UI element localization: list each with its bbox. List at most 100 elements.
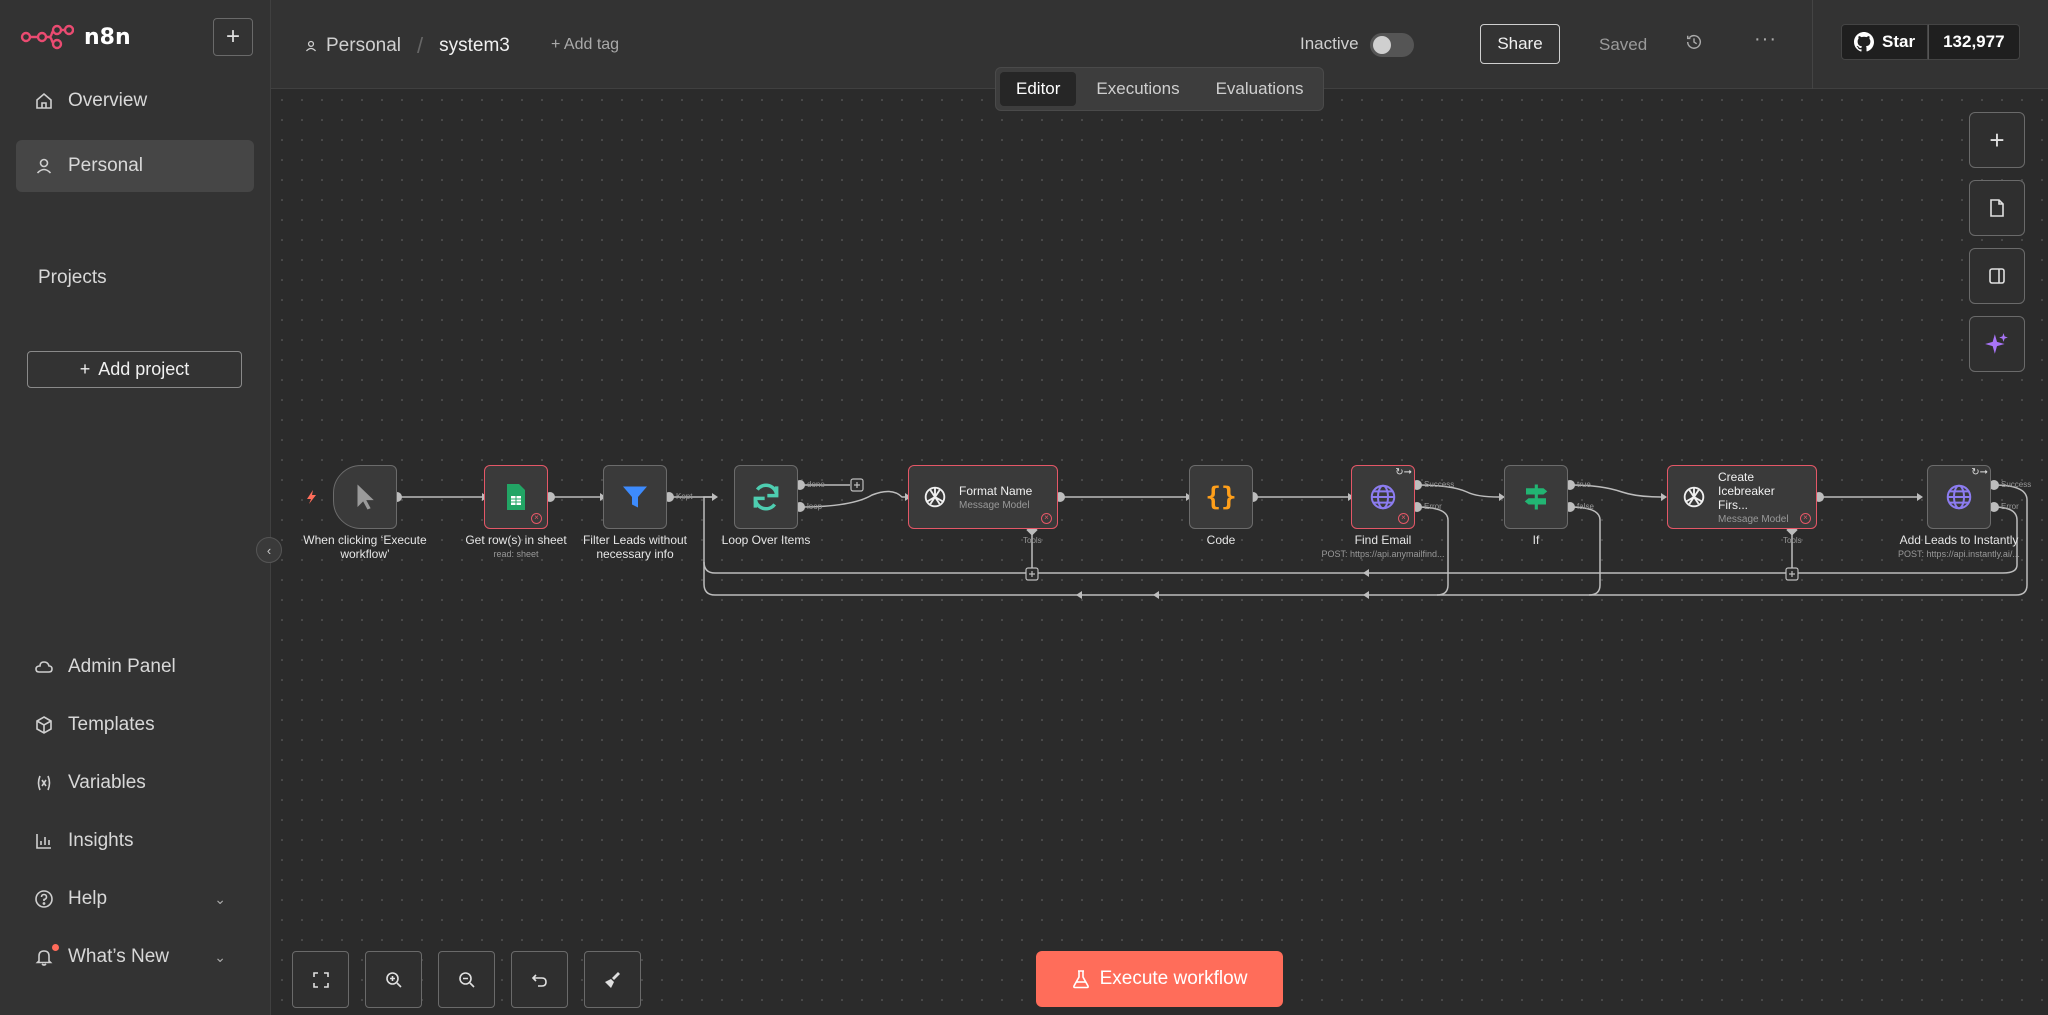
workflow-status: Inactive: [1300, 34, 1359, 53]
sidebar-item-label: Templates: [68, 714, 155, 735]
tab-editor[interactable]: Editor: [1000, 72, 1077, 106]
port-label: done: [807, 480, 825, 489]
sidebar-item-label: Admin Panel: [68, 656, 176, 677]
node-code[interactable]: {}: [1189, 465, 1253, 529]
arrow-head: [712, 493, 718, 501]
active-toggle[interactable]: [1370, 33, 1414, 57]
arrow-head: [1076, 591, 1082, 599]
github-star-widget[interactable]: Star 132,977: [1841, 24, 2020, 60]
breadcrumb-project[interactable]: Personal: [326, 35, 401, 57]
breadcrumb-separator: /: [417, 33, 424, 58]
history-icon[interactable]: [1685, 33, 1703, 56]
arrow-head: [1153, 591, 1159, 599]
node-title: Create Icebreaker Firs...: [1718, 469, 1775, 512]
node-format-name[interactable]: Format Name Message Model ×: [908, 465, 1058, 529]
chevron-down-icon: ⌄: [214, 890, 226, 907]
broom-icon: [604, 971, 620, 988]
node-title: Format Name: [959, 483, 1033, 498]
sidebar: n8n + Overview Personal Projects + Add p…: [0, 0, 271, 1015]
openai-icon: [924, 486, 946, 508]
port-label: Error: [1424, 502, 1442, 511]
github-star-button[interactable]: Star: [1841, 24, 1929, 60]
ai-assistant-button[interactable]: [1969, 316, 2025, 372]
reset-zoom-button[interactable]: [511, 951, 568, 1008]
collapse-sidebar-button[interactable]: ‹: [256, 537, 282, 563]
sticky-note-button[interactable]: [1969, 180, 2025, 236]
cloud-icon: [35, 661, 53, 673]
sidebar-item-insights[interactable]: Insights: [16, 815, 254, 867]
sidebar-item-personal[interactable]: Personal: [16, 140, 254, 192]
sidebar-item-templates[interactable]: Templates: [16, 699, 254, 751]
panel-icon: [1989, 268, 2005, 284]
sidebar-item-label: Help: [68, 888, 108, 909]
projects-heading: Projects: [38, 267, 107, 288]
chart-icon: [36, 834, 51, 849]
bell-icon: [35, 950, 53, 966]
port-label: Success: [2001, 480, 2032, 489]
share-button[interactable]: Share: [1480, 24, 1560, 64]
zoom-in-button[interactable]: [365, 951, 422, 1008]
node-label: Add Leads to Instantly: [1899, 533, 2019, 547]
workflow-canvas[interactable]: When clicking ‘Execute workflow’ × Get r…: [272, 90, 2048, 1015]
port-label: Success: [1424, 480, 1455, 489]
google-sheets-icon: [507, 484, 525, 510]
execute-workflow-button[interactable]: Execute workflow: [1036, 951, 1283, 1007]
canvas-right-toolbar: +: [1969, 112, 2025, 372]
node-create-icebreaker[interactable]: Create Icebreaker Firs... Message Model …: [1667, 465, 1817, 529]
github-icon: [1854, 32, 1874, 52]
node-manual-trigger[interactable]: [333, 465, 397, 529]
node-subtitle: Message Model: [1718, 513, 1789, 525]
node-label: When clicking ‘Execute workflow’: [303, 533, 427, 561]
code-braces-icon: {}: [1205, 482, 1237, 512]
sidebar-item-admin-panel[interactable]: Admin Panel: [16, 641, 254, 693]
new-item-button[interactable]: +: [213, 18, 253, 56]
sidebar-item-label: Insights: [68, 830, 134, 851]
node-add-leads-instantly[interactable]: ↻➞: [1927, 465, 1991, 529]
signpost-icon: [1524, 484, 1548, 510]
note-icon: [1990, 199, 2004, 217]
execute-workflow-label: Execute workflow: [1099, 968, 1248, 989]
header-divider: [1812, 0, 1813, 89]
tab-executions[interactable]: Executions: [1080, 72, 1195, 106]
zoom-to-fit-button[interactable]: [292, 951, 349, 1008]
sidebar-item-overview[interactable]: Overview: [16, 75, 254, 127]
continue-on-error-icon: ↻➞: [1395, 467, 1412, 478]
node-filter[interactable]: [603, 465, 667, 529]
node-text: Format Name Message Model: [959, 484, 1032, 511]
zoom-out-button[interactable]: [438, 951, 495, 1008]
tidy-up-button[interactable]: [584, 951, 641, 1008]
lightning-icon: [307, 490, 316, 504]
sidebar-item-whats-new[interactable]: What’s New ⌄: [16, 931, 254, 983]
more-options-icon[interactable]: ···: [1754, 28, 1777, 51]
node-find-email[interactable]: × ↻➞: [1351, 465, 1415, 529]
toggle-panel-button[interactable]: [1969, 248, 2025, 304]
workflow-name[interactable]: system3: [439, 35, 510, 57]
sidebar-item-label: Overview: [68, 90, 148, 111]
flask-icon: [1072, 970, 1089, 989]
continue-on-error-icon: ↻➞: [1971, 467, 1988, 478]
add-project-button[interactable]: + Add project: [27, 351, 242, 388]
sidebar-item-help[interactable]: Help ⌄: [16, 873, 254, 925]
port-label: Tools: [1023, 536, 1042, 545]
tab-evaluations[interactable]: Evaluations: [1200, 72, 1320, 106]
user-icon: [305, 40, 317, 52]
help-icon: [35, 890, 53, 908]
add-node-button[interactable]: +: [1969, 112, 2025, 168]
node-loop-over-items[interactable]: [734, 465, 798, 529]
node-text: Create Icebreaker Firs... Message Model: [1718, 470, 1798, 525]
node-google-sheets[interactable]: ×: [484, 465, 548, 529]
github-star-label: Star: [1882, 32, 1916, 51]
n8n-logo-icon: [20, 24, 74, 50]
add-project-label: Add project: [98, 359, 190, 379]
sidebar-item-label: Personal: [68, 155, 143, 176]
arrow-head: [1917, 493, 1923, 501]
view-tabs: Editor Executions Evaluations: [995, 67, 1325, 111]
node-label: If: [1532, 533, 1540, 547]
add-tag-button[interactable]: + Add tag: [551, 36, 619, 54]
fullscreen-icon: [312, 971, 329, 988]
logo[interactable]: n8n: [20, 24, 131, 50]
node-if[interactable]: [1504, 465, 1568, 529]
sidebar-item-variables[interactable]: Variables: [16, 757, 254, 809]
port-label: Tools: [1783, 536, 1802, 545]
plus-icon: +: [225, 23, 240, 50]
